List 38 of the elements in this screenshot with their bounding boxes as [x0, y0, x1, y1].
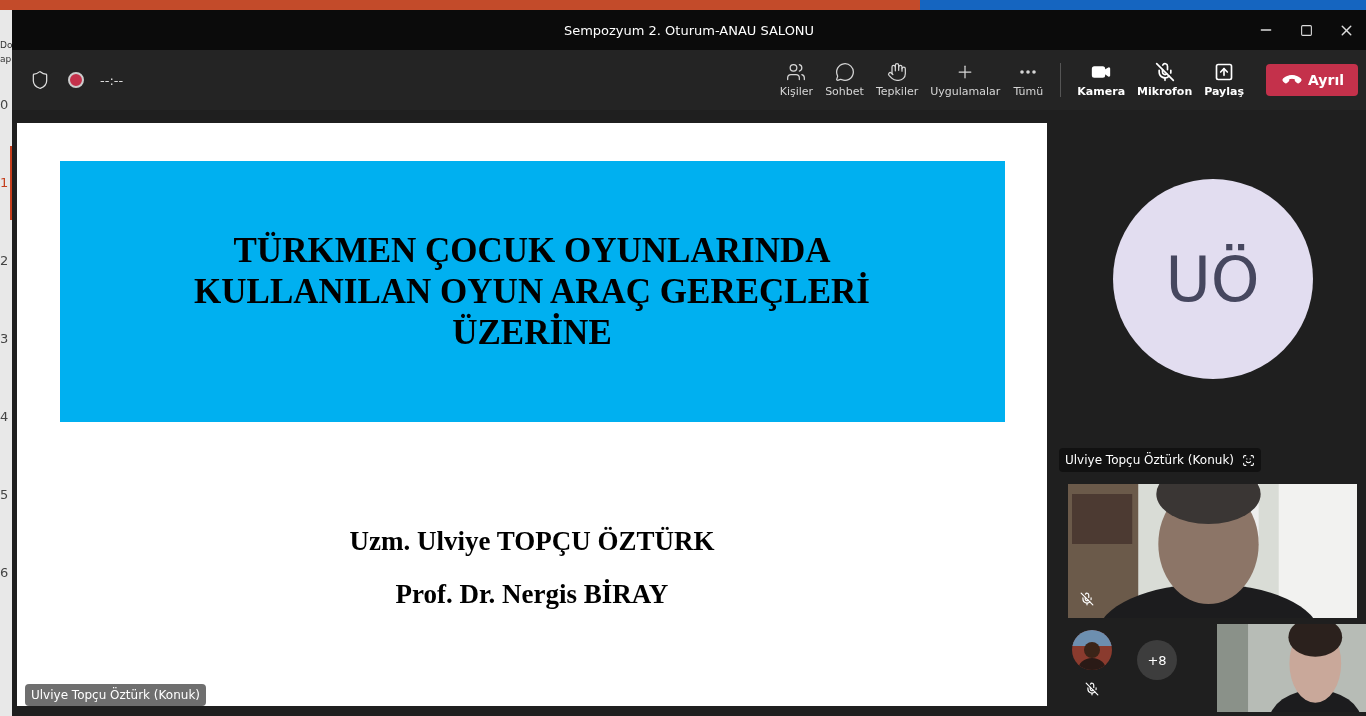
author-name: Prof. Dr. Nergis BİRAY — [395, 579, 669, 610]
window-title: Sempozyum 2. Oturum-ANAU SALONU — [563, 22, 815, 38]
toolbar-button[interactable]: Uygulamalar — [924, 58, 1007, 102]
participant-avatar — [1072, 630, 1112, 670]
speaker-name: Ulviye Topçu Öztürk (Konuk) — [1065, 453, 1234, 467]
toolbar-button[interactable]: Sohbet — [819, 58, 870, 102]
share-icon — [1214, 62, 1235, 82]
slide-number[interactable]: 3 — [0, 302, 12, 376]
leave-button[interactable]: Ayrıl — [1266, 64, 1358, 96]
more-icon — [1020, 70, 1037, 74]
toolbar-button[interactable]: Tümü — [1006, 58, 1051, 102]
slide-title-line: ÜZERİNE — [452, 312, 612, 353]
slide-number[interactable]: 0 — [0, 68, 12, 142]
pin-icon[interactable] — [1242, 453, 1255, 467]
people-icon — [786, 62, 807, 82]
slide-title-line: TÜRKMEN ÇOCUK OYUNLARINDA — [233, 230, 831, 271]
presenter-label: Ulviye Topçu Öztürk (Konuk) — [25, 684, 206, 706]
recording-icon — [68, 72, 84, 88]
toolbar-button[interactable]: Kişiler — [773, 58, 820, 102]
background-text: ap — [0, 54, 12, 64]
more-participants-badge[interactable]: +8 — [1137, 640, 1177, 680]
slide-number[interactable]: 6 — [0, 536, 12, 610]
hand-icon — [887, 62, 908, 82]
slide-number[interactable]: 2 — [0, 224, 12, 298]
toolbar-button[interactable]: Tepkiler — [869, 58, 925, 102]
background-text: Do — [0, 40, 12, 50]
toolbar-button[interactable]: Mikrofon — [1131, 58, 1199, 102]
toolbar-button[interactable]: Kamera — [1071, 58, 1132, 102]
participant-avatar: UÖ — [1112, 179, 1313, 379]
meeting-timer: --:-- — [100, 72, 124, 88]
maximize-icon[interactable] — [1299, 23, 1313, 37]
slide-title-line: KULLANILAN OYUN ARAÇ GEREÇLERİ — [194, 271, 870, 312]
slide-number[interactable]: 5 — [0, 458, 12, 532]
chat-icon — [834, 62, 855, 82]
toolbar-button[interactable]: Paylaş — [1198, 58, 1251, 102]
author-name: Uzm. Ulviye TOPÇU ÖZTÜRK — [349, 526, 715, 557]
shield-icon[interactable] — [30, 70, 50, 90]
slide-number[interactable]: 4 — [0, 380, 12, 454]
